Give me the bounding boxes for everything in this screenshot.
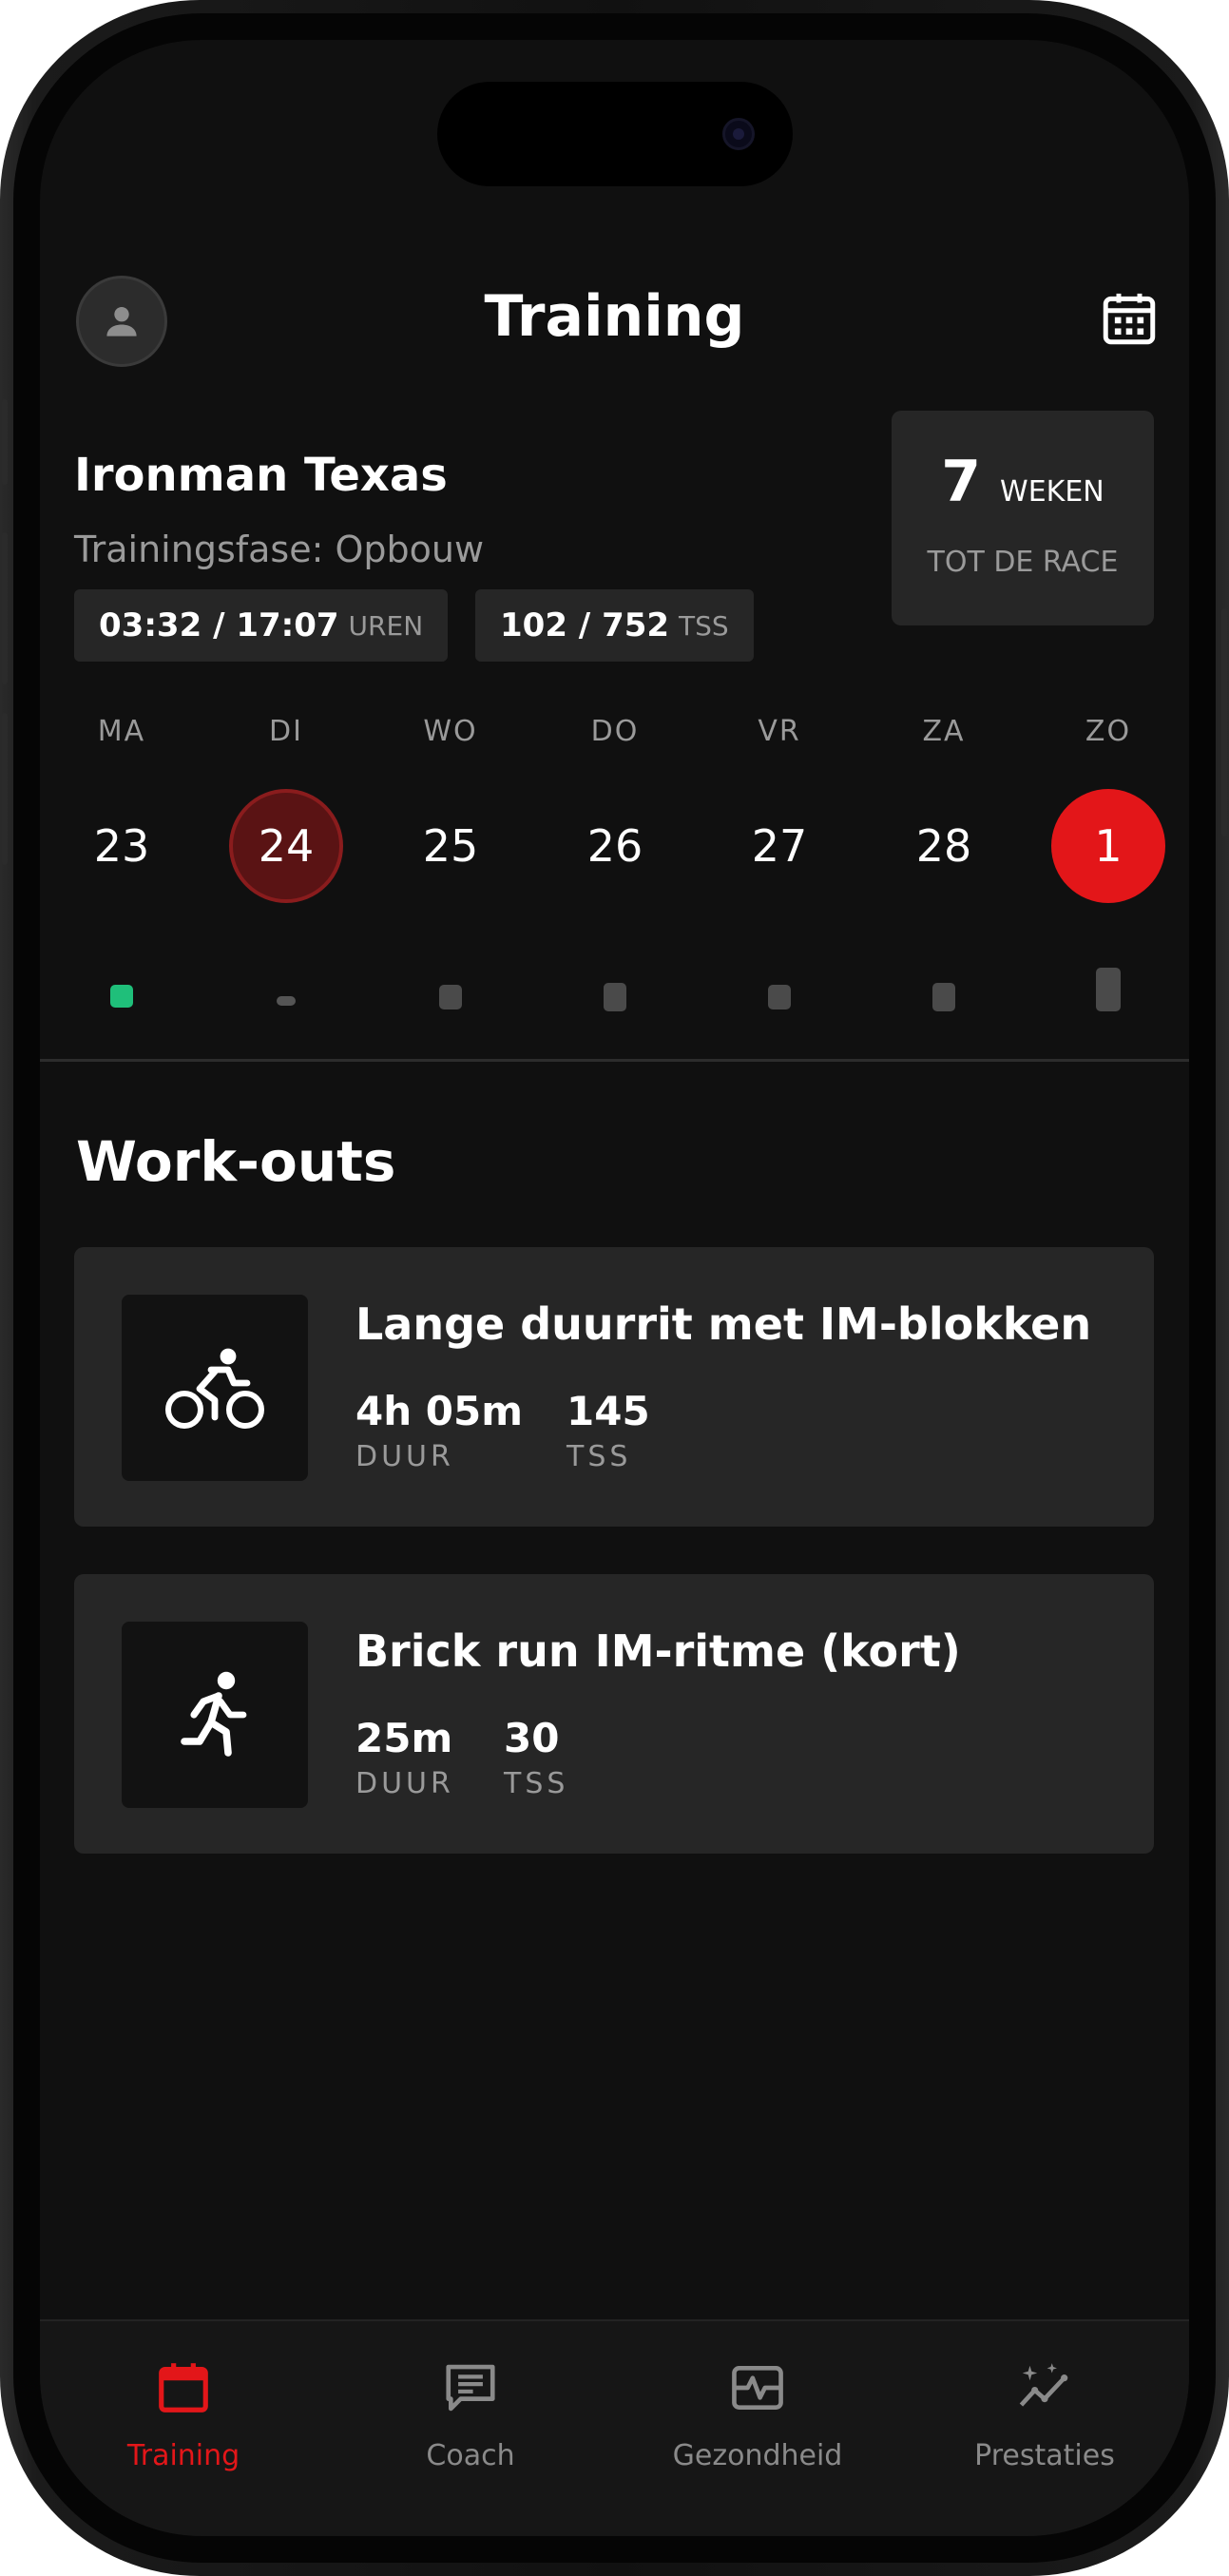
day-number-race: 1 <box>1051 789 1165 903</box>
tab-label: Training <box>126 2439 240 2472</box>
calendar-button[interactable] <box>1098 287 1161 350</box>
side-button <box>1221 608 1227 836</box>
phone-frame: Training Ironman Texas Trainingsfase: Op… <box>0 0 1229 2576</box>
tss-value: 30 <box>504 1715 560 1761</box>
tab-bar: Training Coach Gezondheid Prestaties <box>40 2319 1189 2536</box>
workout-title: Lange duurrit met IM-blokken <box>355 1298 1092 1350</box>
app-header: Training <box>40 230 1189 373</box>
workouts-title: Work-outs <box>76 1129 396 1194</box>
tss-label: TSS <box>504 1767 569 1800</box>
tab-coach[interactable]: Coach <box>327 2350 614 2472</box>
tab-label: Prestaties <box>974 2439 1115 2472</box>
day-label: DO <box>590 715 640 748</box>
tab-gezondheid[interactable]: Gezondheid <box>614 2350 901 2472</box>
side-button <box>2 713 8 865</box>
run-icon <box>181 1671 247 1757</box>
day-sun[interactable]: ZO 1 <box>1051 715 1165 1011</box>
day-wed[interactable]: WO 25 <box>394 715 508 1009</box>
camera-icon <box>722 118 755 150</box>
tab-training[interactable]: Training <box>40 2350 327 2472</box>
tss-stat: 145 TSS <box>566 1388 650 1473</box>
day-number: 26 <box>586 820 643 872</box>
day-number: 27 <box>751 820 808 872</box>
workout-thumb <box>122 1295 308 1481</box>
tss-value: 102 / 752 <box>500 606 670 644</box>
tss-chip: 102 / 752 TSS <box>475 589 754 662</box>
workout-card[interactable]: Lange duurrit met IM-blokken 4h 05m DUUR… <box>74 1247 1154 1527</box>
day-indicator <box>1096 968 1121 1011</box>
weeks-label: WEKEN <box>1000 475 1104 509</box>
hours-value: 03:32 / 17:07 <box>99 606 339 644</box>
tss-label: TSS <box>566 1440 632 1473</box>
day-indicator <box>439 985 462 1009</box>
duration-label: DUUR <box>355 1767 454 1800</box>
workout-title: Brick run IM-ritme (kort) <box>355 1625 961 1677</box>
duration-stat: 25m DUUR <box>355 1715 454 1800</box>
race-countdown: 7 WEKEN TOT DE RACE <box>892 411 1154 625</box>
side-button <box>2 532 8 684</box>
day-sat[interactable]: ZA 28 <box>887 715 1001 1011</box>
calendar-icon <box>1103 293 1156 345</box>
weeks-number: 7 <box>941 449 982 515</box>
day-number: 25 <box>422 820 479 872</box>
calendar-icon <box>159 2363 208 2413</box>
day-indicator <box>768 985 791 1009</box>
day-label: VR <box>758 715 801 748</box>
performance-icon <box>1019 2363 1068 2407</box>
day-number: 28 <box>915 820 972 872</box>
tss-stat: 30 TSS <box>504 1715 568 1800</box>
screen: Training Ironman Texas Trainingsfase: Op… <box>40 40 1189 2536</box>
day-tue[interactable]: DI 24 <box>229 715 343 1006</box>
tss-unit: TSS <box>679 609 729 642</box>
workout-thumb <box>122 1622 308 1808</box>
day-label: ZO <box>1085 715 1132 748</box>
duration-value: 4h 05m <box>355 1388 523 1434</box>
chat-icon <box>446 2364 495 2412</box>
health-icon <box>732 2366 783 2410</box>
tab-prestaties[interactable]: Prestaties <box>901 2350 1188 2472</box>
dynamic-island <box>437 82 793 186</box>
tab-label: Coach <box>426 2439 515 2472</box>
tab-label: Gezondheid <box>672 2439 843 2472</box>
day-label: ZA <box>922 715 966 748</box>
day-thu[interactable]: DO 26 <box>558 715 672 1011</box>
day-label: MA <box>97 715 146 748</box>
bike-icon <box>165 1348 264 1429</box>
day-fri[interactable]: VR 27 <box>722 715 836 1009</box>
duration-value: 25m <box>355 1715 453 1761</box>
day-indicator <box>932 983 955 1011</box>
day-indicator <box>277 996 296 1006</box>
day-label: WO <box>423 715 478 748</box>
day-number-current: 24 <box>229 789 343 903</box>
page-title: Training <box>484 283 745 350</box>
race-info: Ironman Texas Trainingsfase: Opbouw <box>74 449 911 570</box>
tss-value: 145 <box>566 1388 650 1434</box>
divider <box>40 1059 1189 1062</box>
side-button <box>2 399 8 485</box>
day-label: DI <box>269 715 303 748</box>
workout-card[interactable]: Brick run IM-ritme (kort) 25m DUUR 30 TS… <box>74 1574 1154 1854</box>
duration-stat: 4h 05m DUUR <box>355 1388 523 1473</box>
day-indicator <box>110 985 133 1008</box>
weeks-sub: TOT DE RACE <box>927 546 1119 579</box>
race-name: Ironman Texas <box>74 449 448 502</box>
day-mon[interactable]: MA 23 <box>65 715 179 1008</box>
day-number: 23 <box>93 820 150 872</box>
hours-chip: 03:32 / 17:07 UREN <box>74 589 449 662</box>
hours-unit: UREN <box>348 609 424 642</box>
duration-label: DUUR <box>355 1440 454 1473</box>
day-indicator <box>604 983 626 1011</box>
training-phase: Trainingsfase: Opbouw <box>74 529 485 570</box>
